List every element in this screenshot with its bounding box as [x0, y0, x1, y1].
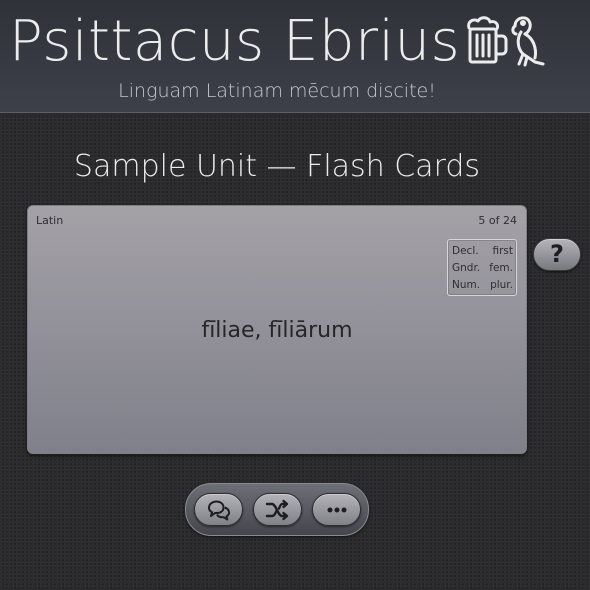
shuffle-icon [265, 499, 288, 520]
app-title: Psittacus Ebrius [9, 9, 461, 74]
grammar-label: Num. [452, 279, 481, 291]
app-subtitle: Linguam Latinam mēcum discite! [118, 80, 436, 102]
app-header: Psittacus Ebrius Linguam Latinam mēcum d… [0, 0, 590, 113]
page-title: Sample Unit — Flash Cards [73, 149, 481, 184]
grammar-info-box: Decl. first Gndr. fem. Num. plur. [447, 239, 517, 296]
grammar-value: fem. [489, 262, 513, 274]
grammar-row-gender: Gndr. fem. [452, 260, 513, 277]
more-options-icon [327, 507, 346, 512]
card-counter: 5 of 24 [478, 214, 517, 227]
grammar-label: Gndr. [452, 262, 481, 274]
more-options-button[interactable] [312, 493, 361, 526]
discussion-button[interactable] [194, 493, 243, 526]
grammar-row-number: Num. plur. [452, 277, 513, 294]
grammar-label: Decl. [452, 245, 479, 257]
grammar-value: first [492, 245, 513, 257]
grammar-row-declension: Decl. first [452, 243, 513, 260]
help-button[interactable]: ? [533, 238, 581, 271]
card-language-label: Latin [36, 214, 64, 227]
card-word: fīliae, fīliārum [201, 318, 353, 343]
grammar-value: plur. [490, 279, 513, 291]
flash-card[interactable]: Latin 5 of 24 Decl. first Gndr. fem. Num… [27, 205, 527, 454]
shuffle-button[interactable] [253, 493, 302, 526]
speech-bubbles-icon [207, 500, 230, 520]
card-toolbar [185, 483, 369, 536]
beer-mug-and-parrot-icon [467, 16, 545, 67]
